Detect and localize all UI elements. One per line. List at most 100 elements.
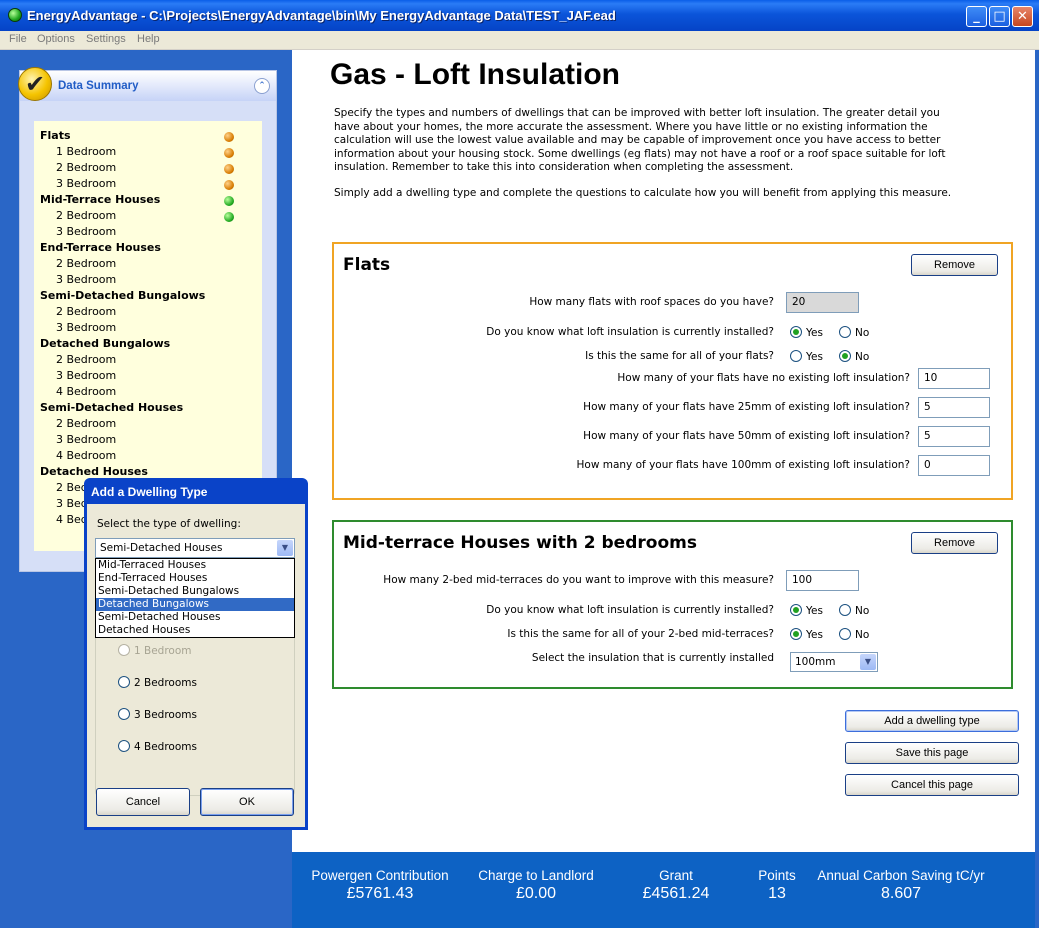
flats-100mm-field[interactable]: 0 — [918, 455, 990, 476]
data-summary-header[interactable]: ✔ Data Summary ⌃ — [18, 67, 276, 101]
summary-item[interactable]: 2 Bedroom — [56, 417, 116, 430]
flats-50mm-field[interactable]: 5 — [918, 426, 990, 447]
dialog-cancel-button[interactable]: Cancel — [96, 788, 190, 816]
status-amber-icon — [224, 148, 234, 158]
status-amber-icon — [224, 164, 234, 174]
save-page-button[interactable]: Save this page — [845, 742, 1019, 764]
radio-selected-icon — [790, 604, 802, 616]
maximize-button[interactable]: □ — [989, 6, 1010, 27]
summary-item[interactable]: 3 Bedroom — [56, 369, 116, 382]
radio-label: Yes — [806, 327, 823, 339]
mid-known-no[interactable]: No — [839, 604, 869, 617]
mid-known-yes[interactable]: Yes — [790, 604, 823, 617]
summary-item[interactable]: 3 Bedroom — [56, 321, 116, 334]
mid-same-yes[interactable]: Yes — [790, 628, 823, 641]
stat-value: 8.607 — [880, 885, 922, 902]
menu-bar: File Options Settings Help — [0, 31, 1039, 50]
bedroom-option-1[interactable]: 1 Bedroom — [118, 644, 192, 657]
radio-label: No — [855, 605, 870, 617]
menu-settings[interactable]: Settings — [86, 33, 126, 45]
insulation-select[interactable]: 100mm ▼ — [790, 652, 878, 672]
intro-line: have about your homes, the more accurate… — [334, 120, 928, 133]
summary-heading[interactable]: End-Terrace Houses — [40, 241, 161, 254]
summary-item[interactable]: 2 Bedroom — [56, 209, 116, 222]
summary-item[interactable]: 3 Bedroom — [56, 273, 116, 286]
bedroom-option-4[interactable]: 4 Bedrooms — [118, 740, 197, 753]
flats-known-question: Do you know what loft insulation is curr… — [486, 326, 774, 338]
dialog-ok-button[interactable]: OK — [200, 788, 294, 816]
flats-25mm-question: How many of your flats have 25mm of exis… — [583, 401, 910, 413]
radio-label: No — [855, 351, 870, 363]
minimize-button[interactable]: _ — [966, 6, 987, 27]
radio-icon — [118, 676, 130, 688]
flats-same-yes[interactable]: Yes — [790, 350, 823, 363]
intro-line: insulation. Remember to take this into c… — [334, 161, 794, 173]
mid-count-question: How many 2-bed mid-terraces do you want … — [383, 574, 774, 586]
flats-known-no[interactable]: No — [839, 326, 869, 339]
dwelling-type-option[interactable]: Detached Bungalows — [96, 598, 294, 611]
summary-heading[interactable]: Detached Houses — [40, 465, 148, 478]
radio-selected-icon — [790, 628, 802, 640]
footer-bar: Powergen Contribution £5761.43 Charge to… — [292, 852, 1035, 928]
stat-label: Powergen Contribution — [311, 868, 449, 883]
chevron-down-icon[interactable]: ▼ — [277, 540, 293, 556]
summary-item[interactable]: 2 Bedroom — [56, 353, 116, 366]
flats-known-yes[interactable]: Yes — [790, 326, 823, 339]
mid-terrace-remove-button[interactable]: Remove — [911, 532, 998, 554]
summary-item[interactable]: 3 Bedroom — [56, 225, 116, 238]
flats-remove-button[interactable]: Remove — [911, 254, 998, 276]
flats-none-question: How many of your flats have no existing … — [617, 372, 910, 384]
menu-options[interactable]: Options — [37, 33, 75, 45]
summary-item[interactable]: 2 Bedroom — [56, 161, 116, 174]
bedroom-option-2[interactable]: 2 Bedrooms — [118, 676, 197, 689]
mid-count-field[interactable]: 100 — [786, 570, 859, 591]
menu-file[interactable]: File — [9, 33, 27, 45]
flats-25mm-field[interactable]: 5 — [918, 397, 990, 418]
summary-item[interactable]: 2 Bedroom — [56, 257, 116, 270]
mid-same-no[interactable]: No — [839, 628, 869, 641]
add-dwelling-type-button[interactable]: Add a dwelling type — [845, 710, 1019, 732]
status-amber-icon — [224, 180, 234, 190]
radio-selected-icon — [790, 326, 802, 338]
mid-terrace-panel-title: Mid-terrace Houses with 2 bedrooms — [343, 533, 697, 553]
flats-count-question: How many flats with roof spaces do you h… — [529, 296, 774, 308]
dwelling-type-option[interactable]: End-Terraced Houses — [96, 572, 294, 585]
summary-heading[interactable]: Flats — [40, 129, 71, 142]
dialog-body: Select the type of dwelling: Semi-Detach… — [87, 504, 305, 827]
dwelling-type-combo[interactable]: Semi-Detached Houses ▼ — [95, 538, 295, 558]
summary-heading[interactable]: Semi-Detached Houses — [40, 401, 183, 414]
radio-icon — [839, 604, 851, 616]
status-green-icon — [224, 212, 234, 222]
summary-item[interactable]: 4 Bedroom — [56, 385, 116, 398]
data-summary-title: Data Summary — [58, 80, 139, 92]
checkmark-icon: ✔ — [18, 67, 52, 101]
summary-item[interactable]: 1 Bedroom — [56, 145, 116, 158]
summary-item[interactable]: 2 Bedroom — [56, 305, 116, 318]
flats-same-no[interactable]: No — [839, 350, 869, 363]
dwelling-type-option[interactable]: Semi-Detached Bungalows — [96, 585, 294, 598]
cancel-page-button[interactable]: Cancel this page — [845, 774, 1019, 796]
bedroom-option-3[interactable]: 3 Bedrooms — [118, 708, 197, 721]
app-icon — [8, 8, 22, 22]
radio-icon — [118, 644, 130, 656]
flats-none-field[interactable]: 10 — [918, 368, 990, 389]
dwelling-type-option[interactable]: Semi-Detached Houses — [96, 611, 294, 624]
collapse-up-icon[interactable]: ⌃ — [254, 78, 270, 94]
radio-label: 3 Bedrooms — [134, 709, 197, 721]
close-button[interactable]: ✕ — [1012, 6, 1033, 27]
radio-icon — [118, 708, 130, 720]
title-bar: EnergyAdvantage - C:\Projects\EnergyAdva… — [0, 0, 1039, 31]
dwelling-type-option[interactable]: Detached Houses — [96, 624, 294, 637]
summary-item[interactable]: 4 Bedroom — [56, 449, 116, 462]
dwelling-type-option[interactable]: Mid-Terraced Houses — [96, 559, 294, 572]
summary-heading[interactable]: Semi-Detached Bungalows — [40, 289, 205, 302]
flats-50mm-question: How many of your flats have 50mm of exis… — [583, 430, 910, 442]
stat-value: 13 — [768, 885, 786, 902]
summary-item[interactable]: 3 Bedroom — [56, 433, 116, 446]
menu-help[interactable]: Help — [137, 33, 160, 45]
summary-item[interactable]: 3 Bedroom — [56, 177, 116, 190]
summary-heading[interactable]: Detached Bungalows — [40, 337, 170, 350]
summary-heading[interactable]: Mid-Terrace Houses — [40, 193, 160, 206]
stat-value: £0.00 — [515, 885, 557, 902]
flats-count-field[interactable]: 20 — [786, 292, 859, 313]
